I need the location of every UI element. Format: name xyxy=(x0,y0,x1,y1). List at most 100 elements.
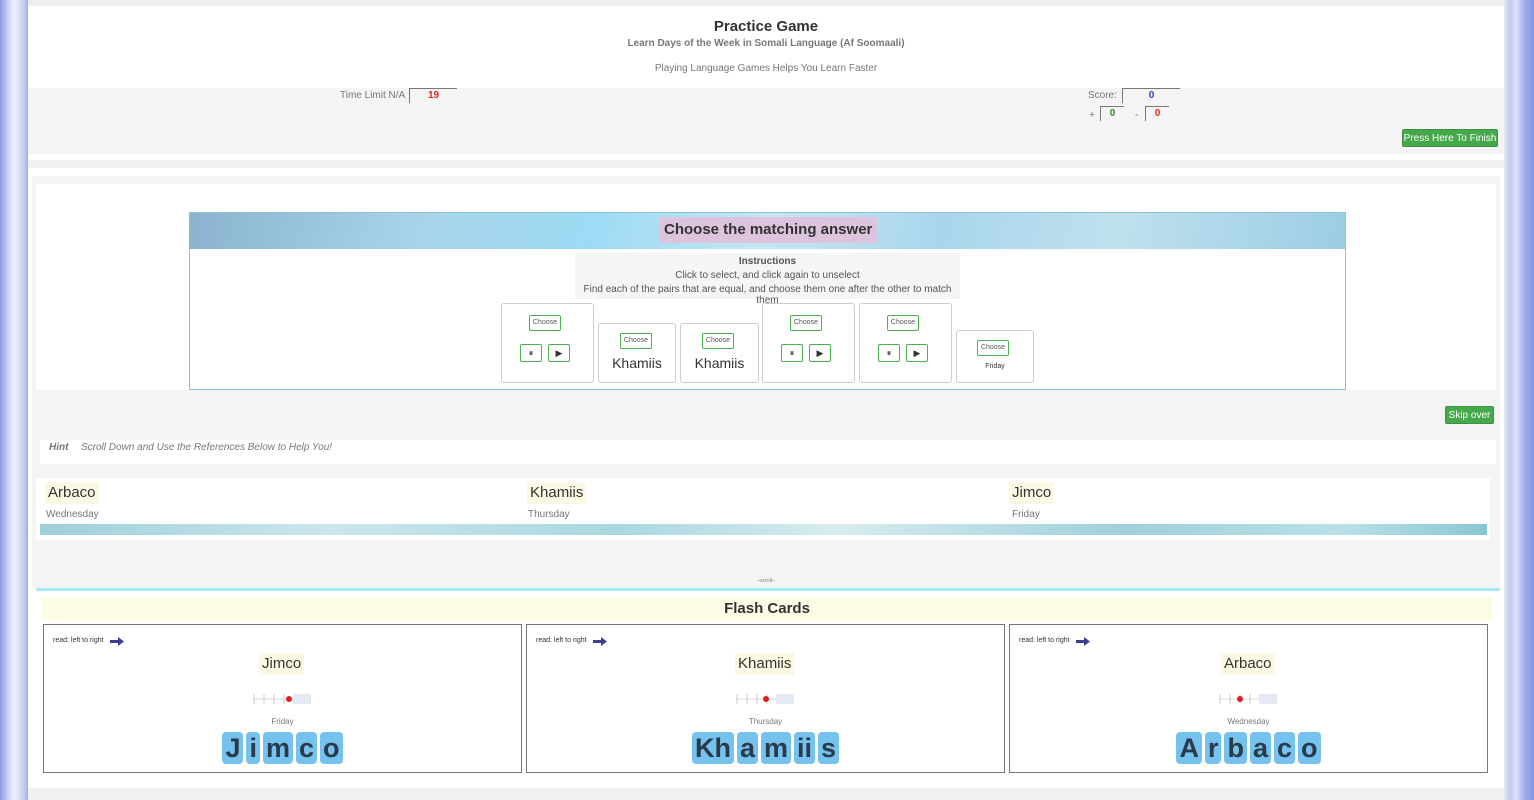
top-strip xyxy=(28,0,1504,6)
arrow-right-icon xyxy=(1076,637,1090,646)
instructions-title: Instructions xyxy=(738,256,797,267)
reference-word: Khamiis xyxy=(527,482,587,504)
arrow-right-icon xyxy=(593,637,607,646)
letter-tile[interactable]: a xyxy=(1249,732,1271,764)
letter-tile[interactable]: c xyxy=(296,732,318,764)
flash-cards-title: Flash Cards xyxy=(42,597,1492,621)
window-frame-left xyxy=(0,0,28,800)
arrow-right-icon xyxy=(110,637,124,646)
pause-icon[interactable]: ⏸ xyxy=(878,344,900,362)
score-display: 0 xyxy=(1122,88,1180,103)
hint-text: Scroll Down and Use the References Below… xyxy=(81,442,333,453)
header-title-area: Practice Game Learn Days of the Week in … xyxy=(28,14,1504,88)
flash-cards-section: Flash Cards read: left to right Jimco Fr… xyxy=(36,588,1500,788)
flash-card[interactable]: read: left to right Jimco Friday J i m c… xyxy=(43,624,522,773)
read-direction-label: read: left to right xyxy=(536,637,587,644)
scroll-marker: --scroll-- xyxy=(756,578,776,584)
reference-word: Jimco xyxy=(1009,482,1055,504)
answer-option[interactable]: Choose Khamiis xyxy=(680,323,759,383)
letter-tile[interactable]: m xyxy=(760,732,791,764)
game-header: Practice Game Learn Days of the Week in … xyxy=(28,14,1504,154)
page-title: Practice Game xyxy=(713,18,819,35)
letter-tile[interactable]: r xyxy=(1204,732,1222,764)
letter-tile[interactable]: o xyxy=(320,732,343,764)
reference-translation: Wednesday xyxy=(46,509,99,520)
letter-tile[interactable]: Kh xyxy=(691,732,734,764)
choose-button[interactable]: Choose xyxy=(620,333,652,349)
slider-icon[interactable] xyxy=(736,692,794,706)
reference-translation: Friday xyxy=(1012,509,1040,520)
flash-card-word: Khamiis xyxy=(735,653,795,675)
minus-sign: - xyxy=(1135,110,1139,121)
hint-bar: Hint Scroll Down and Use the References … xyxy=(40,440,1496,464)
read-direction-label: read: left to right xyxy=(53,637,104,644)
slider-icon[interactable] xyxy=(253,692,311,706)
option-word: Khamiis xyxy=(612,355,662,371)
matching-game-card: Choose the matching answer Instructions … xyxy=(189,212,1346,390)
flash-card[interactable]: read: left to right Arbaco Wednesday A r… xyxy=(1009,624,1488,773)
answer-option[interactable]: Choose ⏸ ▶ xyxy=(762,303,855,383)
score-label: Score: xyxy=(1088,90,1117,101)
choose-button[interactable]: Choose xyxy=(790,315,822,331)
letter-tiles: J i m c o xyxy=(44,732,521,764)
time-limit-label: Time Limit N/A xyxy=(340,90,406,101)
answer-option[interactable]: Choose ⏸ ▶ xyxy=(501,303,594,383)
letter-tile[interactable]: A xyxy=(1176,732,1202,764)
letter-tile[interactable]: i xyxy=(246,732,260,764)
answer-option[interactable]: Choose ⏸ ▶ xyxy=(859,303,952,383)
letter-tile[interactable]: J xyxy=(222,732,244,764)
page-subtitle: Learn Days of the Week in Somali Languag… xyxy=(627,38,905,49)
game-area: Choose the matching answer Instructions … xyxy=(32,176,1500,588)
hint-label: Hint xyxy=(49,442,69,453)
letter-tile[interactable]: m xyxy=(263,732,294,764)
slider-icon[interactable] xyxy=(1219,692,1277,706)
choose-button[interactable]: Choose xyxy=(887,315,919,331)
letter-tile[interactable]: o xyxy=(1298,732,1321,764)
question-text: Choose the matching answer xyxy=(659,217,878,243)
skip-button[interactable]: Skip over xyxy=(1445,406,1494,424)
choose-button[interactable]: Choose xyxy=(977,340,1009,356)
play-icon[interactable]: ▶ xyxy=(548,344,570,362)
letter-tile[interactable]: b xyxy=(1224,732,1247,764)
page: Practice Game Learn Days of the Week in … xyxy=(28,0,1504,800)
pause-icon[interactable]: ⏸ xyxy=(520,344,542,362)
correct-count: 0 xyxy=(1100,106,1124,121)
choose-button[interactable]: Choose xyxy=(702,333,734,349)
finish-button[interactable]: Press Here To Finish xyxy=(1402,129,1498,147)
read-direction-label: read: left to right xyxy=(1019,637,1070,644)
letter-tile[interactable]: c xyxy=(1274,732,1296,764)
instruction-line: Click to select, and click again to unse… xyxy=(675,270,860,281)
separator xyxy=(28,160,1504,168)
letter-tiles: A r b a c o xyxy=(1010,732,1487,764)
play-icon[interactable]: ▶ xyxy=(906,344,928,362)
flash-card-translation: Thursday xyxy=(748,717,783,726)
choose-button[interactable]: Choose xyxy=(529,315,561,331)
references-panel: Arbaco Wednesday Khamiis Thursday Jimco … xyxy=(36,478,1490,540)
reference-divider xyxy=(40,524,1487,535)
instructions-box: Instructions Click to select, and click … xyxy=(575,253,960,306)
flash-card-translation: Wednesday xyxy=(1227,717,1270,726)
reference-translation: Thursday xyxy=(528,509,570,520)
time-display: 19 xyxy=(409,88,457,103)
plus-sign: + xyxy=(1089,110,1095,121)
reference-word: Arbaco xyxy=(45,482,99,504)
letter-tile[interactable]: a xyxy=(736,732,758,764)
letter-tile[interactable]: ii xyxy=(794,732,816,764)
flash-card-word: Arbaco xyxy=(1221,653,1275,675)
option-word: Khamiis xyxy=(694,355,745,371)
bottom-strip xyxy=(28,788,1504,800)
answer-option[interactable]: Choose Friday xyxy=(956,330,1034,383)
flash-card[interactable]: read: left to right Khamiis Thursday Kh … xyxy=(526,624,1005,773)
window-frame-right xyxy=(1504,0,1534,800)
letter-tile[interactable]: s xyxy=(818,732,840,764)
flash-card-word: Jimco xyxy=(259,653,305,675)
answer-option[interactable]: Choose Khamiis xyxy=(598,323,676,383)
flash-card-translation: Friday xyxy=(271,717,294,726)
letter-tiles: Kh a m ii s xyxy=(527,732,1004,764)
game-panel: Choose the matching answer Instructions … xyxy=(36,184,1496,390)
wrong-count: 0 xyxy=(1145,106,1169,121)
play-icon[interactable]: ▶ xyxy=(809,344,831,362)
option-word: Friday xyxy=(985,363,1005,370)
pause-icon[interactable]: ⏸ xyxy=(781,344,803,362)
page-tagline: Playing Language Games Helps You Learn F… xyxy=(654,63,878,74)
